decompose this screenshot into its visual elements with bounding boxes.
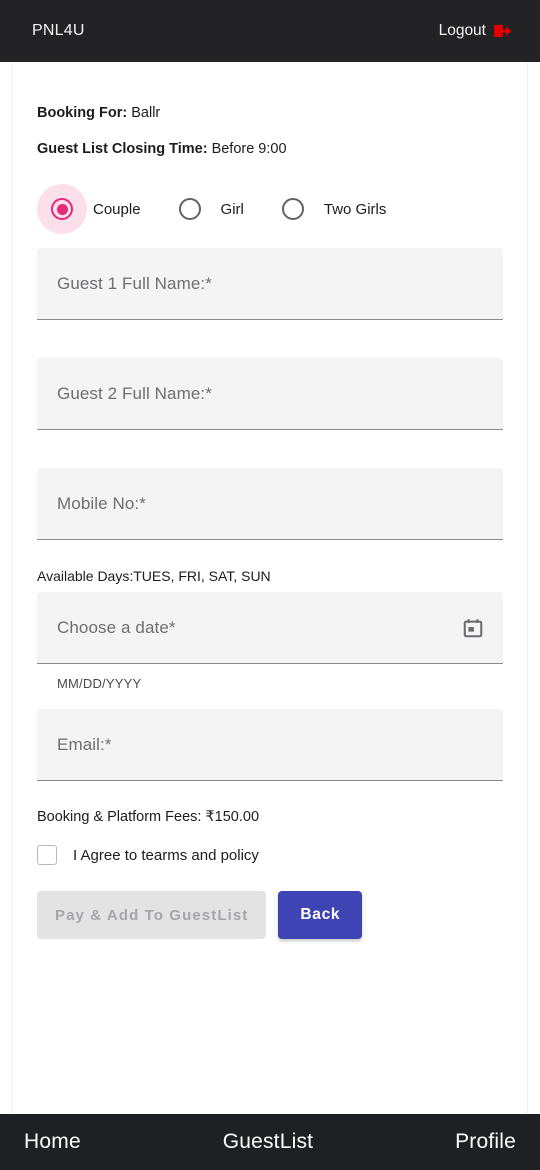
booking-meta: Booking For: Ballr Guest List Closing Ti… bbox=[37, 62, 503, 158]
date-input[interactable]: Choose a date* bbox=[37, 592, 503, 665]
back-button[interactable]: Back bbox=[278, 891, 363, 940]
guest1-placeholder: Guest 1 Full Name:* bbox=[57, 273, 212, 293]
radio-option-couple[interactable]: Couple bbox=[37, 184, 165, 235]
guest2-placeholder: Guest 2 Full Name:* bbox=[57, 383, 212, 403]
fees-text: Booking & Platform Fees: ₹150.00 bbox=[37, 809, 260, 826]
email-field: Email:* bbox=[37, 709, 503, 782]
date-placeholder: Choose a date* bbox=[57, 617, 176, 637]
nav-item-home[interactable]: Home bbox=[16, 1130, 89, 1154]
date-format-hint: MM/DD/YYYY bbox=[57, 676, 142, 692]
logout-button[interactable]: Logout bbox=[439, 22, 512, 40]
radio-ripple-girl bbox=[165, 184, 215, 234]
mobile-placeholder: Mobile No:* bbox=[57, 493, 146, 513]
radio-label-girl: Girl bbox=[220, 200, 244, 218]
radio-circle-girl bbox=[178, 198, 201, 221]
mobile-field: Mobile No:* bbox=[37, 468, 503, 541]
logout-label: Logout bbox=[438, 22, 486, 39]
guest-type-radio-group: Couple Girl Two Girls bbox=[37, 184, 503, 235]
radio-circle-couple bbox=[51, 198, 73, 221]
booking-for-label: Booking For: bbox=[37, 105, 128, 121]
date-field: Choose a date* MM/DD/YYYY bbox=[37, 592, 503, 691]
radio-label-couple: Couple bbox=[93, 200, 141, 218]
closing-time-value: Before 9:00 bbox=[211, 141, 287, 158]
radio-ripple-two-girls bbox=[268, 184, 318, 234]
guest2-field: Guest 2 Full Name:* bbox=[37, 358, 503, 431]
radio-option-two-girls[interactable]: Two Girls bbox=[268, 184, 411, 234]
nav-item-guestlist[interactable]: GuestList bbox=[215, 1130, 322, 1154]
radio-option-girl[interactable]: Girl bbox=[165, 184, 268, 234]
closing-time-label: Guest List Closing Time: bbox=[37, 141, 208, 158]
email-input[interactable]: Email:* bbox=[37, 709, 503, 782]
app-brand-title: PNL4U bbox=[32, 22, 85, 39]
booking-for-value: Ballr bbox=[131, 105, 161, 121]
mobile-input[interactable]: Mobile No:* bbox=[37, 468, 503, 541]
form-actions: Pay & Add To GuestList Back bbox=[37, 891, 503, 940]
content-area: Booking For: Ballr Guest List Closing Ti… bbox=[0, 62, 540, 1114]
logout-exit-icon bbox=[494, 23, 512, 39]
calendar-icon[interactable] bbox=[461, 616, 485, 640]
app-screen: PNL4U Logout Booking For: Ballr Guest Li… bbox=[0, 0, 540, 1170]
radio-label-two-girls: Two Girls bbox=[323, 200, 387, 218]
radio-ripple-couple bbox=[37, 184, 87, 235]
agreement-label: I Agree to tearms and policy bbox=[73, 846, 259, 864]
pay-and-add-button[interactable]: Pay & Add To GuestList bbox=[37, 891, 267, 940]
nav-item-profile[interactable]: Profile bbox=[447, 1130, 524, 1154]
guest2-input[interactable]: Guest 2 Full Name:* bbox=[37, 358, 503, 431]
agreement-checkbox[interactable] bbox=[37, 845, 57, 866]
booking-for-line: Booking For: Ballr bbox=[37, 104, 503, 122]
bottom-navigation-bar: Home GuestList Profile bbox=[0, 1114, 540, 1170]
available-days-text: Available Days:TUES, FRI, SAT, SUN bbox=[37, 568, 271, 585]
booking-form-card: Booking For: Ballr Guest List Closing Ti… bbox=[12, 62, 528, 1114]
closing-time-line: Guest List Closing Time: Before 9:00 bbox=[37, 140, 503, 158]
agreement-row[interactable]: I Agree to tearms and policy bbox=[37, 845, 503, 866]
guest1-input[interactable]: Guest 1 Full Name:* bbox=[37, 248, 503, 321]
radio-circle-two-girls bbox=[281, 198, 304, 221]
guest1-field: Guest 1 Full Name:* bbox=[37, 248, 503, 321]
top-app-bar: PNL4U Logout bbox=[0, 0, 540, 62]
email-placeholder: Email:* bbox=[57, 734, 112, 754]
